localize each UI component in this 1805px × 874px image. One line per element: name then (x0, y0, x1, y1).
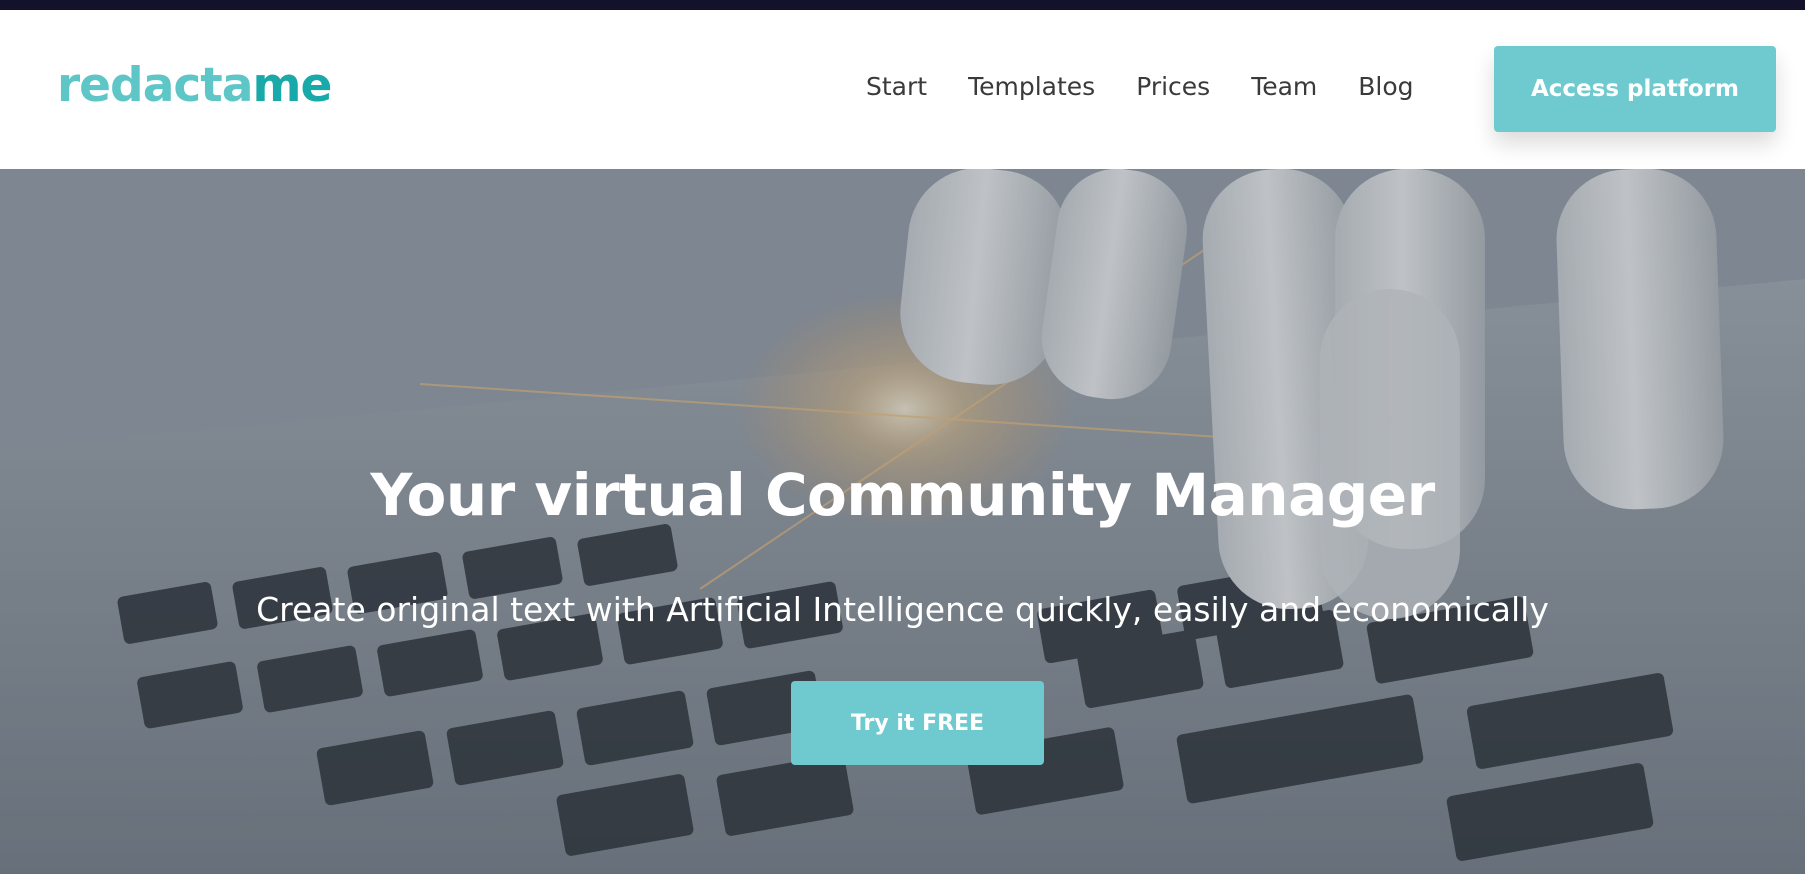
logo-suffix: me (252, 58, 332, 113)
nav-link-start[interactable]: Start (866, 74, 927, 99)
try-free-button[interactable]: Try it FREE (791, 681, 1044, 765)
nav-link-templates[interactable]: Templates (968, 74, 1095, 99)
hero-title: Your virtual Community Manager (370, 461, 1435, 529)
logo-prefix: redacta (57, 58, 253, 113)
hero-subtitle: Create original text with Artificial Int… (256, 590, 1549, 629)
main-nav: Start Templates Prices Team Blog (866, 74, 1414, 99)
nav-link-blog[interactable]: Blog (1358, 74, 1413, 99)
top-strip (0, 0, 1805, 10)
site-header: redactame Start Templates Prices Team Bl… (0, 10, 1805, 169)
hero-section: Your virtual Community Manager Create or… (0, 169, 1805, 874)
brand-logo[interactable]: redactame (57, 62, 332, 109)
nav-link-prices[interactable]: Prices (1136, 74, 1210, 99)
nav-link-team[interactable]: Team (1251, 74, 1317, 99)
access-platform-button[interactable]: Access platform (1494, 46, 1776, 132)
